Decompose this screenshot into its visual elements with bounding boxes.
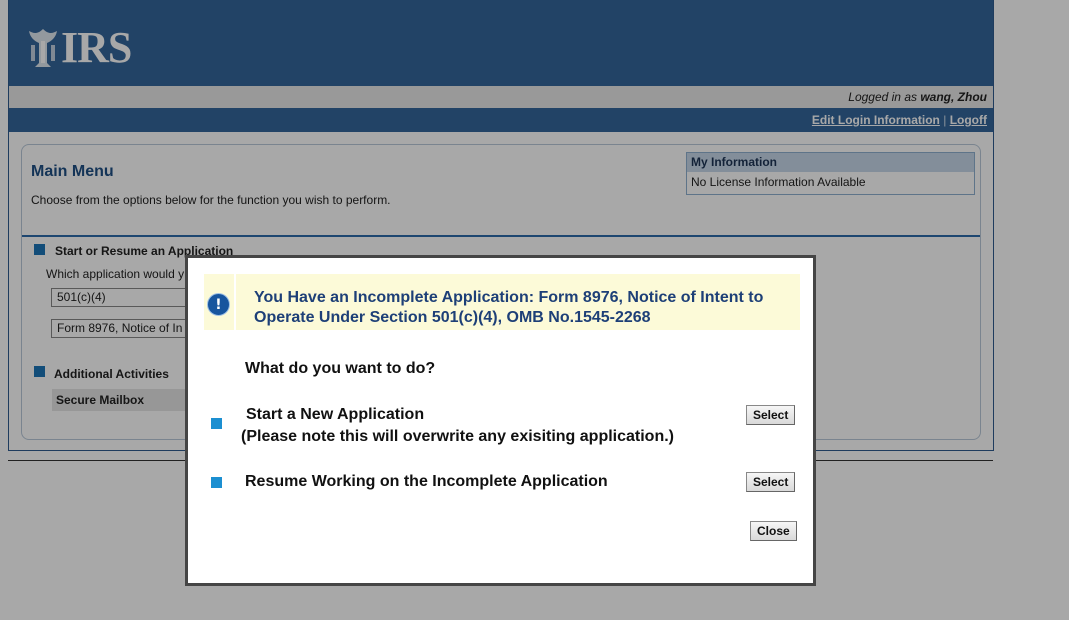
dialog-question: What do you want to do? [245, 360, 436, 377]
alert-banner: You Have an Incomplete Application: Form… [204, 274, 800, 330]
select-resume-application-button[interactable]: Select [746, 472, 796, 492]
incomplete-application-dialog: You Have an Incomplete Application: Form… [185, 255, 816, 586]
alert-message: You Have an Incomplete Application: Form… [254, 288, 794, 328]
exclamation-info-icon [207, 293, 230, 316]
option-resume-application-title: Resume Working on the Incomplete Applica… [245, 473, 608, 490]
alert-message-line1: You Have an Incomplete Application: Form… [254, 289, 764, 306]
select-new-application-button[interactable]: Select [746, 405, 796, 425]
close-button[interactable]: Close [750, 521, 797, 541]
option-bullet-icon [211, 477, 222, 488]
option-new-application-note: (Please note this will overwrite any exi… [241, 428, 674, 445]
alert-message-line2: Operate Under Section 501(c)(4), OMB No.… [254, 309, 651, 326]
alert-icon-cell [204, 274, 236, 330]
option-new-application-title: Start a New Application [246, 406, 425, 423]
option-bullet-icon [211, 418, 222, 429]
